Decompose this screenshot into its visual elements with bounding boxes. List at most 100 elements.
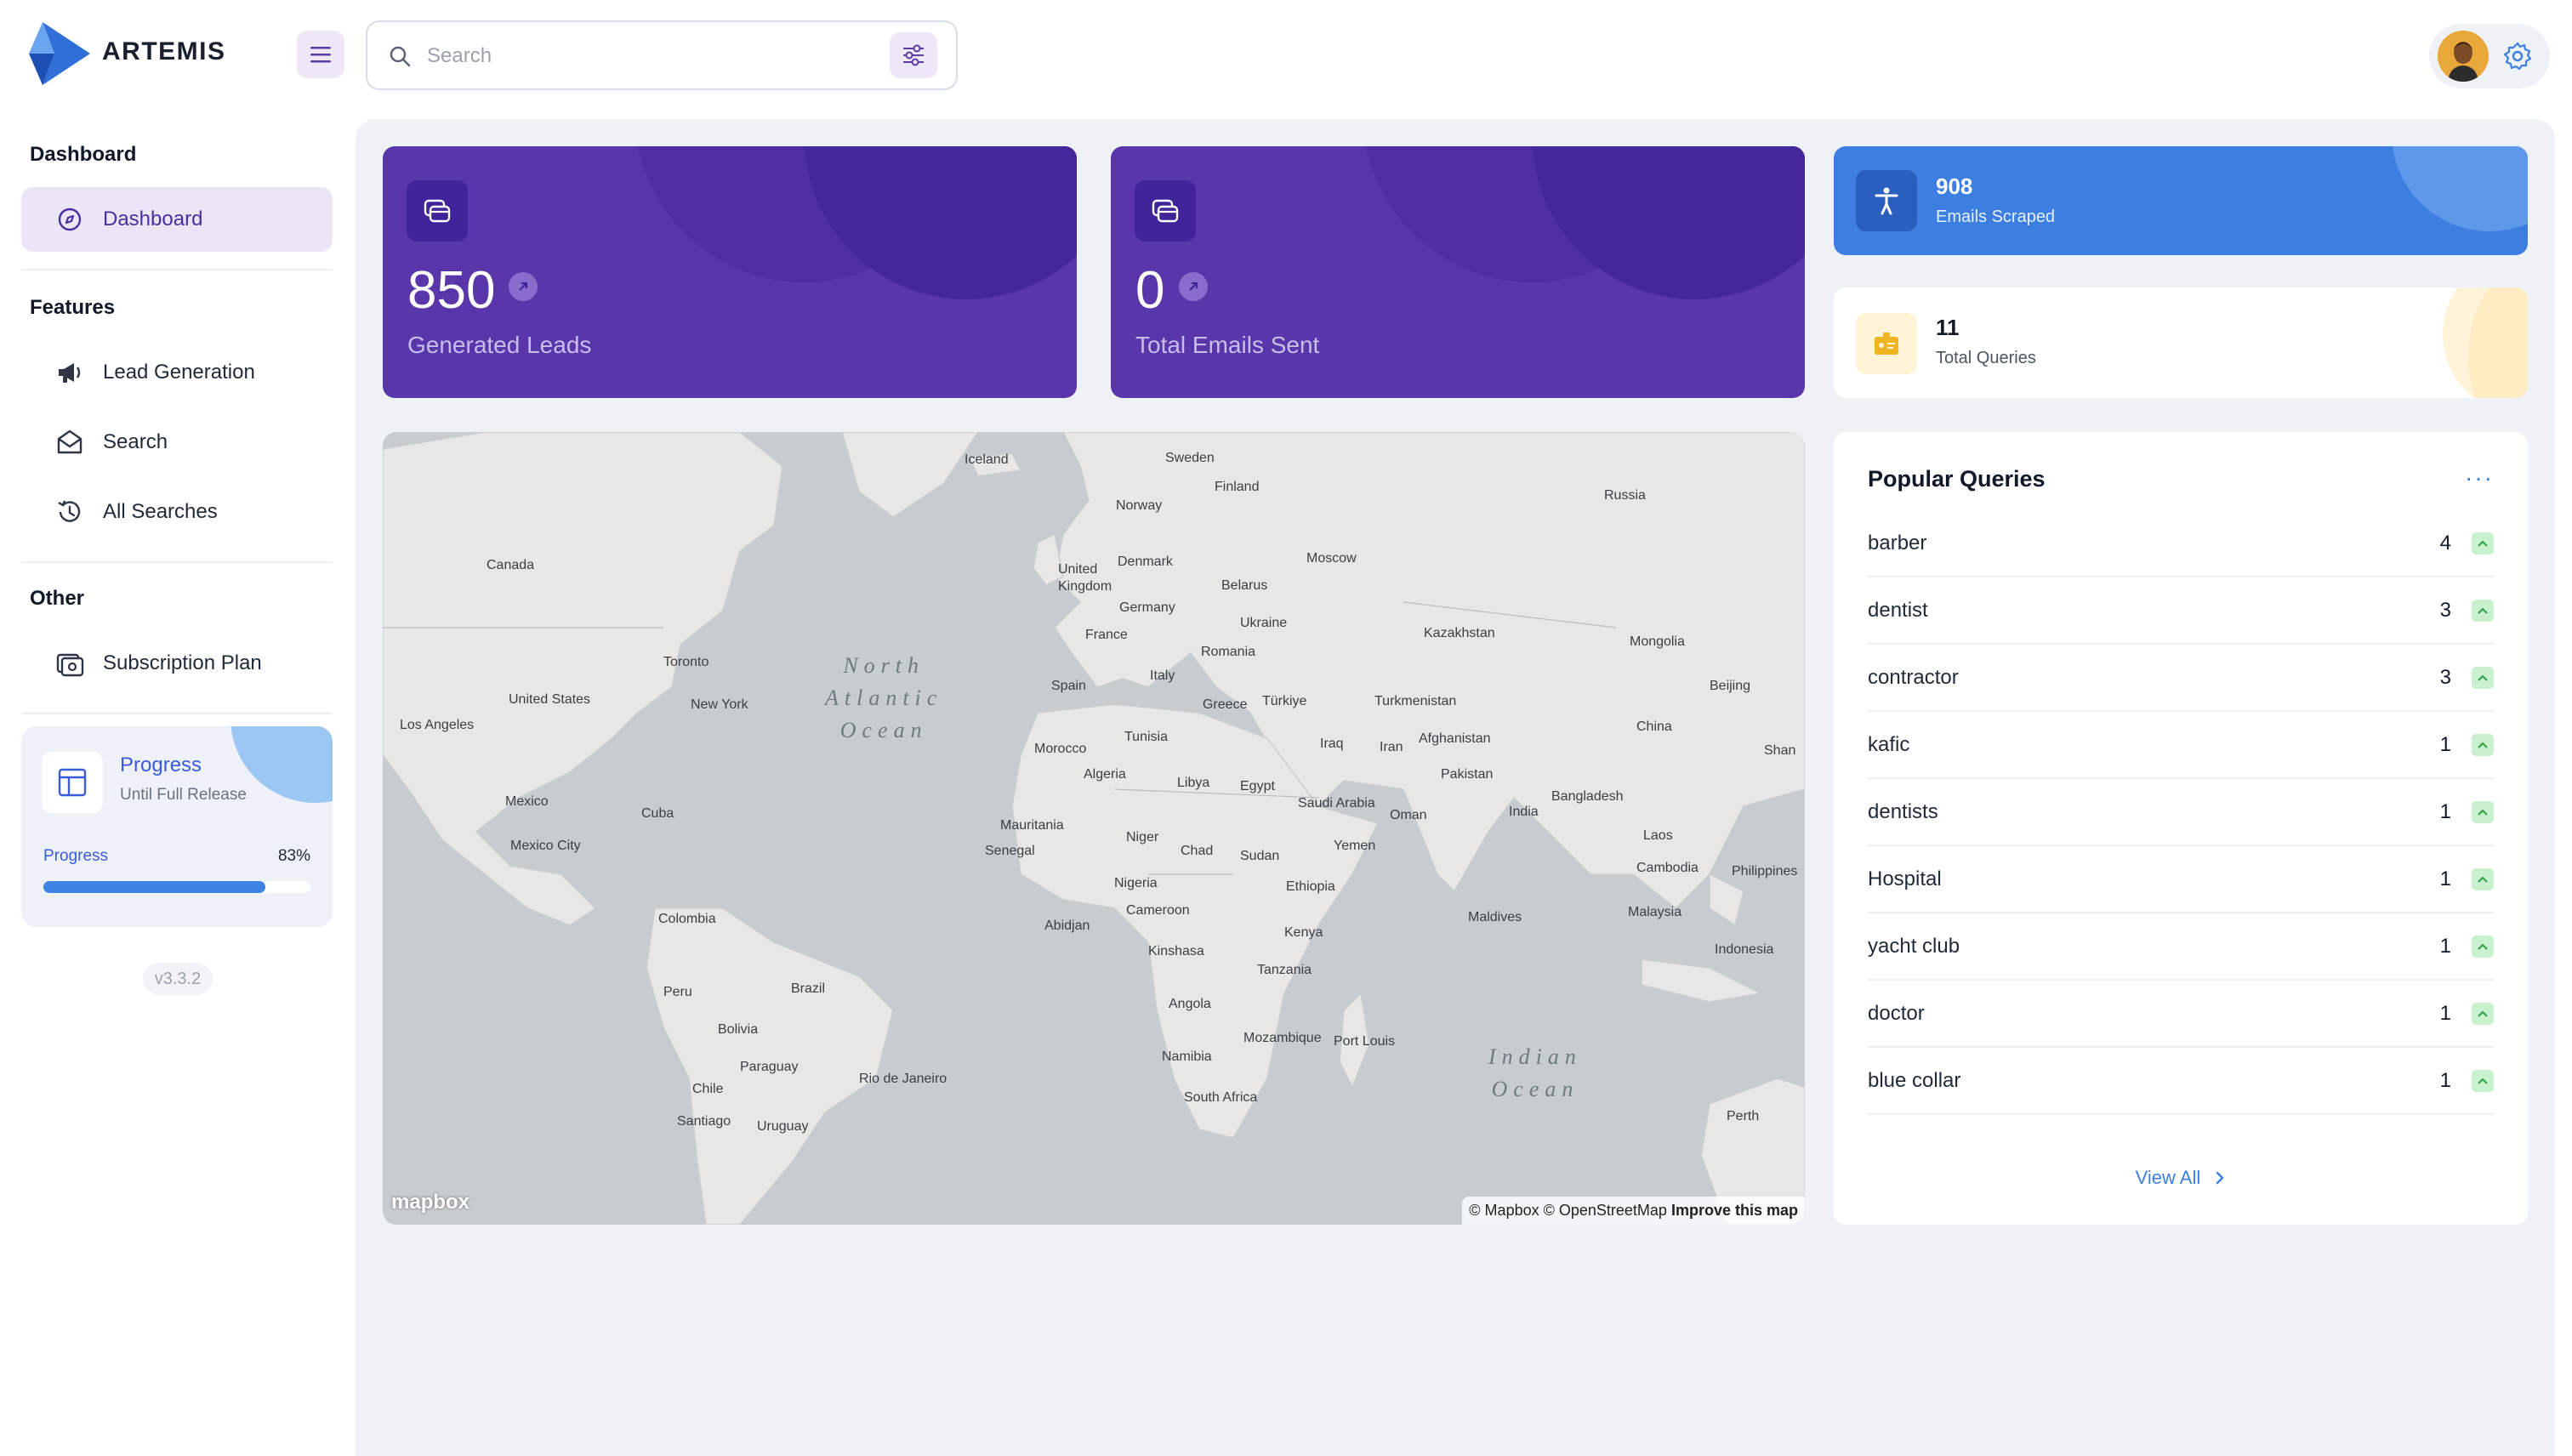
trend-up-icon	[2472, 867, 2494, 890]
map-label: Libya	[1177, 776, 1210, 790]
map-label: Algeria	[1084, 767, 1126, 782]
query-row[interactable]: Hospital 1	[1868, 846, 2494, 913]
map-label: Mozambique	[1243, 1031, 1322, 1045]
map-label: Peru	[663, 985, 692, 999]
map-label: Greece	[1203, 697, 1248, 712]
map-label: Nigeria	[1114, 876, 1158, 890]
stat-label: Generated Leads	[407, 332, 592, 358]
dashboard-icon	[58, 208, 82, 231]
stat-value: 11	[1936, 315, 1960, 340]
cards-icon-box	[1135, 180, 1196, 242]
improve-map-link[interactable]: Improve this map	[1671, 1202, 1798, 1219]
map-label: Angola	[1169, 997, 1211, 1011]
sidebar-item-dashboard[interactable]: Dashboard	[21, 187, 333, 252]
map-label: Oman	[1390, 808, 1427, 822]
map-label: Senegal	[985, 844, 1035, 858]
sidebar-item-search[interactable]: Search	[21, 410, 333, 475]
query-count: 3	[2439, 665, 2451, 689]
layout-icon-box	[42, 752, 103, 813]
stat-value: 908	[1936, 173, 1973, 199]
history-icon	[58, 500, 81, 522]
avatar[interactable]	[2438, 31, 2489, 82]
search-input[interactable]	[427, 39, 852, 73]
query-row[interactable]: blue collar 1	[1868, 1048, 2494, 1115]
artemis-logo-icon	[29, 22, 90, 85]
total-emails-sent-card: 0 Total Emails Sent	[1111, 146, 1805, 398]
map-label: India	[1509, 805, 1539, 819]
map-label: Rio de Janeiro	[859, 1072, 947, 1086]
query-count: 1	[2439, 732, 2451, 756]
map-label: Cameroon	[1126, 903, 1190, 918]
top-header: ARTEMIS	[0, 0, 2572, 112]
query-row[interactable]: yacht club 1	[1868, 913, 2494, 981]
map-label: Mexico City	[510, 839, 581, 853]
progress-label: Progress	[43, 847, 109, 865]
trend-up-icon	[2472, 1002, 2494, 1025]
generated-leads-card: 850 Generated Leads	[383, 146, 1077, 398]
map-label: Los Angeles	[400, 718, 475, 732]
progress-title: Progress	[120, 754, 202, 776]
view-all-link[interactable]: View All	[1834, 1167, 2528, 1189]
sidebar: Dashboard Dashboard Features Lead Genera…	[0, 112, 356, 1456]
trend-up-icon	[2472, 1069, 2494, 1092]
layout-icon	[58, 768, 87, 797]
query-row[interactable]: dentist 3	[1868, 577, 2494, 645]
map-label: Ukraine	[1240, 616, 1288, 630]
query-name: doctor	[1868, 1001, 1925, 1025]
trend-up-icon	[2472, 599, 2494, 622]
megaphone-icon	[59, 363, 81, 383]
more-options-icon[interactable]: ···	[2465, 464, 2494, 492]
menu-toggle-button[interactable]	[297, 31, 344, 78]
map-label: Maldives	[1468, 910, 1522, 924]
query-count: 1	[2439, 799, 2451, 823]
sidebar-item-all-searches[interactable]: All Searches	[21, 480, 333, 544]
map-label: Canada	[487, 558, 535, 572]
mail-icon	[57, 429, 83, 454]
map-label: Italy	[1150, 668, 1175, 683]
query-row[interactable]: barber 4	[1868, 510, 2494, 577]
sidebar-item-label: Lead Generation	[103, 361, 255, 384]
section-title-dashboard: Dashboard	[30, 143, 137, 166]
map-label: Abidjan	[1044, 919, 1090, 933]
attribution-text: © Mapbox © OpenStreetMap	[1469, 1202, 1667, 1219]
map-label: Egypt	[1240, 779, 1275, 793]
query-row[interactable]: doctor 1	[1868, 981, 2494, 1048]
query-name: barber	[1868, 531, 1927, 555]
trend-up-icon	[2472, 733, 2494, 756]
sidebar-item-subscription-plan[interactable]: Subscription Plan	[21, 631, 333, 696]
section-title-features: Features	[30, 296, 116, 319]
map-label: Saudi Arabia	[1298, 796, 1375, 810]
map-label: Cuba	[641, 806, 674, 821]
query-count: 1	[2439, 1068, 2451, 1092]
filter-button[interactable]	[890, 32, 937, 78]
ocean-label: Indian Ocean	[1488, 1044, 1582, 1101]
accessibility-person-icon	[1875, 187, 1898, 215]
settings-gear-icon[interactable]	[2502, 41, 2533, 71]
total-queries-card: 11 Total Queries	[1834, 287, 2528, 398]
map-land	[383, 432, 1805, 1225]
map-attribution: © Mapbox © OpenStreetMap Improve this ma…	[1462, 1197, 1805, 1225]
map-label: China	[1636, 719, 1672, 734]
query-row[interactable]: kafic 1	[1868, 712, 2494, 779]
query-name: blue collar	[1868, 1068, 1961, 1092]
map-label: Ethiopia	[1286, 879, 1335, 894]
sidebar-item-lead-generation[interactable]: Lead Generation	[21, 340, 333, 405]
mapbox-logo[interactable]: mapbox	[391, 1191, 469, 1214]
map-label: Germany	[1119, 600, 1175, 615]
divider	[21, 713, 333, 714]
map-label: United States	[509, 692, 591, 707]
version-badge: v3.3.2	[143, 963, 213, 995]
map-label: Denmark	[1118, 555, 1173, 569]
map-label: Kazakhstan	[1424, 626, 1495, 640]
progress-bar-fill	[43, 881, 265, 893]
map-label: Kenya	[1284, 925, 1323, 940]
trend-arrow-icon	[509, 272, 538, 301]
query-name: Hospital	[1868, 867, 1942, 890]
map-label: Iran	[1380, 740, 1403, 754]
query-row[interactable]: dentists 1	[1868, 779, 2494, 846]
query-name: contractor	[1868, 665, 1959, 689]
world-map[interactable]: North Atlantic Ocean Indian Ocean Iceland S…	[383, 432, 1805, 1225]
user-menu[interactable]	[2429, 24, 2550, 88]
map-label: Chile	[692, 1082, 724, 1096]
query-row[interactable]: contractor 3	[1868, 645, 2494, 712]
